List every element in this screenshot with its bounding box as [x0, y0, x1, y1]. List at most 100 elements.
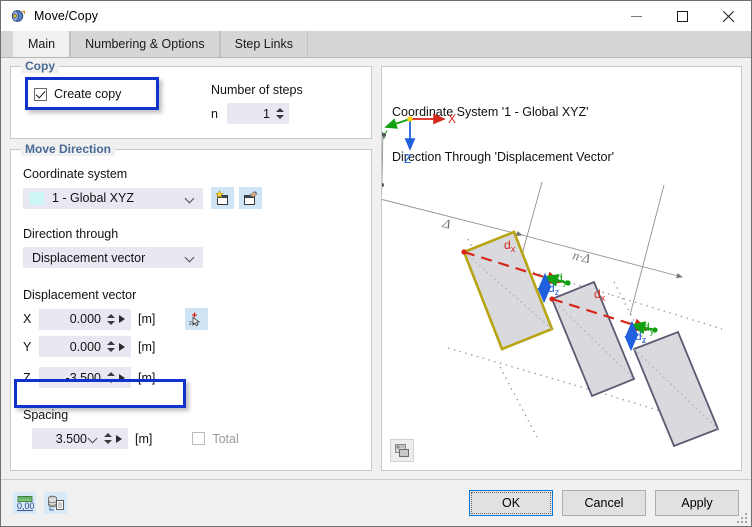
svg-text:2+: 2+	[189, 321, 195, 327]
cancel-button[interactable]: Cancel	[562, 490, 646, 516]
total-checkbox-box[interactable]	[192, 432, 206, 445]
load-from-library-icon	[47, 495, 64, 511]
displacement-z-input[interactable]: -3.500	[39, 367, 131, 388]
total-label: Total	[212, 431, 239, 446]
number-of-steps-spinner[interactable]	[274, 108, 285, 119]
axis-triad-icon: X Y Z	[382, 112, 456, 166]
number-of-steps-label: Number of steps	[211, 83, 303, 97]
spinner-up-icon[interactable]	[106, 372, 115, 376]
copy-shape-2	[632, 330, 720, 448]
displacement-y-value: 0.000	[69, 339, 101, 354]
close-button[interactable]	[705, 1, 751, 31]
coordinate-system-select[interactable]: 1 - Global XYZ	[23, 187, 203, 209]
displacement-y-row: Y 0.000 [m]	[23, 336, 359, 357]
new-coordinate-system-button[interactable]	[211, 187, 234, 209]
tab-numbering-options[interactable]: Numbering & Options	[70, 31, 220, 57]
coordinate-system-label: Coordinate system	[23, 167, 128, 181]
displacement-y-axis-label: Y	[23, 339, 32, 354]
svg-text:dy: dy	[556, 271, 568, 287]
edit-coordinate-system-button[interactable]	[239, 187, 262, 209]
copy-shape-1	[550, 280, 636, 398]
window-controls	[613, 1, 751, 31]
displacement-z-unit: [m]	[138, 370, 156, 385]
pick-points-icon: 2+	[189, 312, 201, 327]
direction-through-select[interactable]: Displacement vector	[23, 247, 203, 268]
displacement-y-input[interactable]: 0.000	[39, 336, 131, 357]
direction-through-label: Direction through	[23, 227, 119, 241]
dialog-footer: 0,00 OK Cancel Apply	[1, 479, 751, 526]
number-of-steps-value: 1	[263, 106, 270, 121]
total-checkbox[interactable]: Total	[192, 431, 239, 446]
ok-button[interactable]: OK	[469, 490, 553, 516]
displacement-x-spinner[interactable]	[105, 313, 116, 325]
delta-label: Δ	[440, 215, 452, 232]
displacement-x-unit: [m]	[138, 312, 156, 326]
displacement-x-axis-label: X	[23, 312, 32, 326]
n-delta-label: n·Δ	[571, 247, 592, 266]
spinner-down-icon[interactable]	[106, 379, 115, 383]
svg-text:dx: dx	[594, 287, 606, 303]
title-bar: Move/Copy	[1, 1, 751, 31]
edit-coordinate-system-icon	[244, 190, 258, 205]
displacement-x-value: 0.000	[69, 312, 101, 326]
tab-strip: Main Numbering & Options Step Links	[1, 30, 751, 58]
displacement-x-input[interactable]: 0.000	[39, 308, 131, 330]
move-direction-group: Move Direction Coordinate system 1 - Glo…	[10, 142, 372, 471]
maximize-button[interactable]	[659, 1, 705, 31]
minimize-icon	[630, 15, 642, 17]
footer-buttons: OK Cancel Apply	[469, 490, 739, 516]
load-from-library-button[interactable]	[44, 492, 67, 514]
diagram-settings-icon	[395, 444, 409, 457]
copy-group-title: Copy	[21, 59, 59, 73]
chevron-down-icon[interactable]	[186, 253, 195, 262]
move-direction-group-title: Move Direction	[21, 142, 116, 156]
apply-button[interactable]: Apply	[655, 490, 739, 516]
displacement-x-menu-icon[interactable]	[119, 315, 125, 323]
tab-main[interactable]: Main	[13, 30, 71, 57]
spinner-down-icon[interactable]	[275, 115, 284, 119]
left-column: Copy Create copy Number of steps n 1 Mov…	[10, 59, 372, 479]
spacing-unit: [m]	[135, 431, 153, 446]
spinner-up-icon[interactable]	[275, 108, 284, 112]
displacement-z-spinner[interactable]	[105, 372, 116, 383]
minimize-button[interactable]	[613, 1, 659, 31]
right-column: Coordinate System '1 - Global XYZ' Direc…	[381, 66, 742, 479]
svg-text:0,00: 0,00	[17, 501, 34, 511]
create-copy-checkbox-box[interactable]	[34, 87, 47, 101]
spinner-down-icon[interactable]	[106, 348, 115, 352]
spinner-up-icon[interactable]	[106, 313, 115, 318]
number-of-steps-input[interactable]: 1	[227, 103, 289, 124]
create-copy-label: Create copy	[54, 87, 122, 101]
units-icon: 0,00	[16, 495, 34, 511]
window-title: Move/Copy	[34, 9, 99, 23]
copy-group: Copy Create copy Number of steps n 1	[10, 59, 372, 139]
diagram-settings-button[interactable]	[390, 439, 414, 462]
spinner-up-icon[interactable]	[103, 433, 112, 437]
footer-icon-group: 0,00	[13, 492, 67, 514]
displacement-y-spinner[interactable]	[105, 341, 116, 352]
displacement-z-axis-label: Z	[23, 370, 31, 385]
tab-step-links[interactable]: Step Links	[219, 31, 308, 57]
new-coordinate-system-icon	[215, 190, 228, 205]
units-button[interactable]: 0,00	[13, 492, 36, 514]
move-copy-dialog: Move/Copy Main Numbering & Options Step …	[0, 0, 752, 527]
spacing-spinner[interactable]	[102, 433, 113, 444]
create-copy-checkbox[interactable]: Create copy	[34, 87, 201, 101]
svg-text:Z: Z	[404, 152, 411, 166]
chevron-down-icon[interactable]	[89, 434, 98, 443]
steps-symbol: n	[211, 106, 218, 121]
spinner-up-icon[interactable]	[106, 341, 115, 345]
preview-diagram: Coordinate System '1 - Global XYZ' Direc…	[381, 66, 742, 471]
displacement-y-unit: [m]	[138, 339, 156, 354]
spinner-down-icon[interactable]	[106, 320, 115, 325]
spacing-label: Spacing	[23, 408, 69, 422]
pick-points-button[interactable]: 2+	[185, 308, 209, 330]
displacement-y-menu-icon[interactable]	[119, 342, 125, 351]
chevron-down-icon[interactable]	[186, 194, 195, 203]
displacement-z-menu-icon[interactable]	[119, 373, 125, 382]
displacement-vector-label: Displacement vector	[23, 288, 137, 302]
spacing-input[interactable]: 3.500	[32, 428, 128, 449]
spinner-down-icon[interactable]	[103, 440, 112, 444]
resize-grip[interactable]	[737, 513, 748, 524]
spacing-menu-icon[interactable]	[116, 434, 122, 443]
